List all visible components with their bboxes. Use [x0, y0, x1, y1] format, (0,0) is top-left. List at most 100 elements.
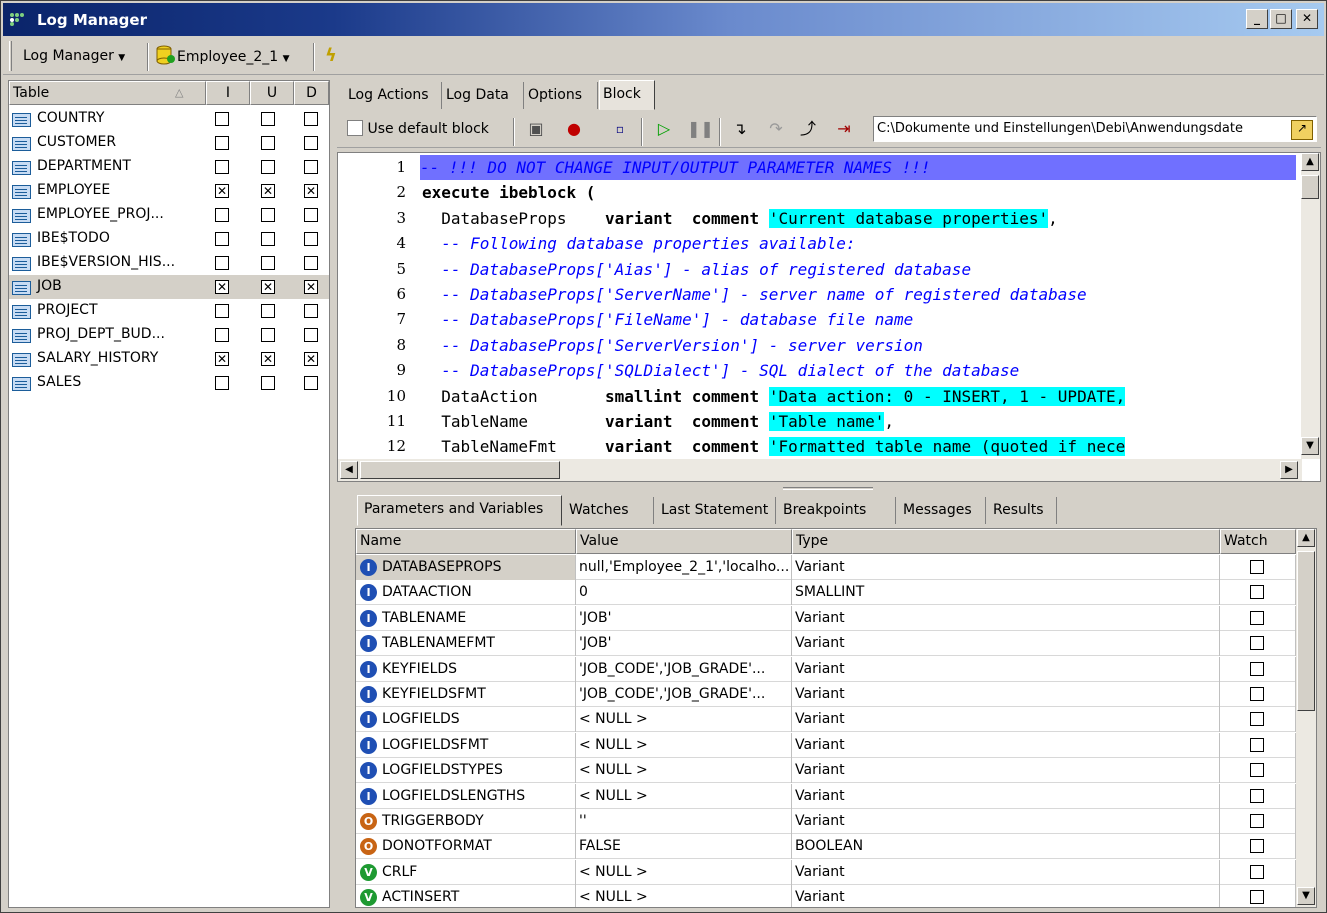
- watch-checkbox[interactable]: [1250, 839, 1264, 854]
- window-icon[interactable]: ▫: [609, 118, 631, 140]
- database-dropdown[interactable]: Employee_2_1 ▼: [155, 45, 290, 67]
- param-row[interactable]: O DONOTFORMAT FALSE BOOLEAN: [356, 834, 1296, 860]
- scroll-left-icon[interactable]: ◀: [340, 461, 358, 479]
- param-row[interactable]: I KEYFIELDS 'JOB_CODE','JOB_GRADE'... Varia…: [356, 656, 1296, 682]
- header-type[interactable]: Type: [792, 529, 1220, 554]
- tab-results[interactable]: Results: [987, 497, 1057, 524]
- step-over-icon[interactable]: ↷: [765, 118, 787, 140]
- title-bar[interactable]: Log Manager _ □ ✕: [3, 3, 1324, 36]
- header-insert[interactable]: I: [206, 81, 250, 105]
- checkbox-d[interactable]: ✕: [304, 184, 318, 198]
- param-row[interactable]: I LOGFIELDSFMT < NULL > Variant: [356, 732, 1296, 758]
- checkbox-d[interactable]: [304, 112, 318, 126]
- table-row[interactable]: PROJ_DEPT_BUD...: [9, 323, 329, 347]
- checkbox-i[interactable]: [215, 376, 229, 390]
- checkbox-d[interactable]: [304, 136, 318, 150]
- param-row[interactable]: V ACTINSERT < NULL > Variant: [356, 885, 1296, 907]
- table-row[interactable]: PROJECT: [9, 299, 329, 323]
- param-row[interactable]: O TRIGGERBODY '' Variant: [356, 809, 1296, 834]
- header-watch[interactable]: Watch: [1220, 529, 1296, 554]
- checkbox-d[interactable]: [304, 208, 318, 222]
- scroll-thumb[interactable]: [1297, 551, 1315, 711]
- checkbox-u[interactable]: [261, 160, 275, 174]
- param-row[interactable]: I LOGFIELDSLENGTHS < NULL > Variant: [356, 783, 1296, 809]
- checkbox-d[interactable]: [304, 328, 318, 342]
- checkbox-d[interactable]: ✕: [304, 352, 318, 366]
- param-value[interactable]: < NULL >: [576, 885, 792, 907]
- watch-checkbox[interactable]: [1250, 814, 1264, 828]
- checkbox-i[interactable]: [215, 208, 229, 222]
- checkbox-u[interactable]: [261, 232, 275, 246]
- watch-checkbox[interactable]: [1250, 890, 1264, 905]
- pause-icon[interactable]: ❚❚: [687, 118, 714, 140]
- table-row[interactable]: SALARY_HISTORY ✕ ✕ ✕: [9, 347, 329, 371]
- tab-last-statement[interactable]: Last Statement: [655, 497, 776, 524]
- checkbox-i[interactable]: ✕: [215, 352, 229, 366]
- checkbox-u[interactable]: [261, 208, 275, 222]
- tab-block[interactable]: Block: [599, 80, 655, 110]
- param-value[interactable]: FALSE: [576, 834, 792, 860]
- param-value[interactable]: 'JOB_CODE','JOB_GRADE'...: [576, 656, 792, 682]
- checkbox-i[interactable]: [215, 112, 229, 126]
- checkbox-d[interactable]: ✕: [304, 280, 318, 294]
- checkbox-d[interactable]: [304, 232, 318, 246]
- checkbox-u[interactable]: [261, 304, 275, 318]
- table-row[interactable]: JOB ✕ ✕ ✕: [9, 275, 329, 299]
- watch-checkbox[interactable]: [1250, 610, 1264, 625]
- tab-parameters-and-variables[interactable]: Parameters and Variables: [357, 495, 562, 526]
- step-out-icon[interactable]: ⤴: [797, 118, 819, 140]
- checkbox-i[interactable]: [215, 136, 229, 150]
- param-value[interactable]: < NULL >: [576, 859, 792, 885]
- param-value[interactable]: 'JOB': [576, 605, 792, 631]
- tab-watches[interactable]: Watches: [563, 497, 654, 524]
- param-row[interactable]: I TABLENAME 'JOB' Variant: [356, 605, 1296, 631]
- table-row[interactable]: EMPLOYEE_PROJ...: [9, 203, 329, 227]
- param-value[interactable]: null,'Employee_2_1','localho...: [576, 555, 792, 580]
- editor-horizontal-scrollbar[interactable]: ◀ ▶: [338, 459, 1302, 481]
- code-editor[interactable]: 1 -- !!! DO NOT CHANGE INPUT/OUTPUT PARAM…: [337, 152, 1321, 482]
- table-row[interactable]: CUSTOMER: [9, 131, 329, 155]
- checkbox-u[interactable]: [261, 136, 275, 150]
- checkbox-u[interactable]: [261, 376, 275, 390]
- close-button[interactable]: ✕: [1296, 9, 1318, 29]
- scroll-down-icon[interactable]: ▼: [1301, 437, 1319, 455]
- param-row[interactable]: I DATABASEPROPS null,'Employee_2_1','local…: [356, 555, 1296, 580]
- table-row[interactable]: SALES: [9, 371, 329, 395]
- table-row[interactable]: IBE$VERSION_HIS...: [9, 251, 329, 275]
- log-manager-dropdown[interactable]: Log Manager ▼: [23, 45, 125, 67]
- scroll-down-icon[interactable]: ▼: [1297, 887, 1315, 905]
- checkbox-i[interactable]: [215, 160, 229, 174]
- watch-checkbox[interactable]: [1250, 788, 1264, 803]
- param-value[interactable]: 0: [576, 580, 792, 606]
- param-value[interactable]: < NULL >: [576, 758, 792, 784]
- checkbox-d[interactable]: [304, 256, 318, 270]
- watch-checkbox[interactable]: [1250, 687, 1264, 701]
- run-icon[interactable]: ▷: [653, 118, 675, 140]
- header-update[interactable]: U: [250, 81, 294, 105]
- checkbox-i[interactable]: [215, 232, 229, 246]
- tab-log-actions[interactable]: Log Actions: [345, 82, 442, 109]
- param-row[interactable]: V CRLF < NULL > Variant: [356, 859, 1296, 885]
- tab-options[interactable]: Options: [525, 82, 598, 109]
- use-default-block-checkbox[interactable]: Use default block: [347, 120, 489, 137]
- param-value[interactable]: '': [576, 809, 792, 834]
- checkbox-d[interactable]: [304, 376, 318, 390]
- checkbox-u[interactable]: ✕: [261, 280, 275, 294]
- param-row[interactable]: I KEYFIELDSFMT 'JOB_CODE','JOB_GRADE'... Va…: [356, 682, 1296, 707]
- param-value[interactable]: < NULL >: [576, 707, 792, 733]
- watch-checkbox[interactable]: [1250, 636, 1264, 651]
- param-row[interactable]: I TABLENAMEFMT 'JOB' Variant: [356, 631, 1296, 657]
- checkbox-i[interactable]: ✕: [215, 280, 229, 294]
- add-breakpoint-icon[interactable]: ●: [563, 118, 585, 140]
- toolbar-grip[interactable]: [9, 41, 12, 71]
- save-icon[interactable]: ▣: [525, 118, 547, 140]
- watch-checkbox[interactable]: [1250, 737, 1264, 752]
- tab-messages[interactable]: Messages: [897, 497, 986, 524]
- watch-checkbox[interactable]: [1250, 560, 1264, 574]
- checkbox-u[interactable]: [261, 112, 275, 126]
- scroll-up-icon[interactable]: ▲: [1301, 153, 1319, 171]
- param-value[interactable]: 'JOB': [576, 631, 792, 657]
- lightning-icon[interactable]: ϟ: [325, 45, 337, 67]
- checkbox-d[interactable]: [304, 304, 318, 318]
- header-table[interactable]: Table △: [9, 81, 206, 105]
